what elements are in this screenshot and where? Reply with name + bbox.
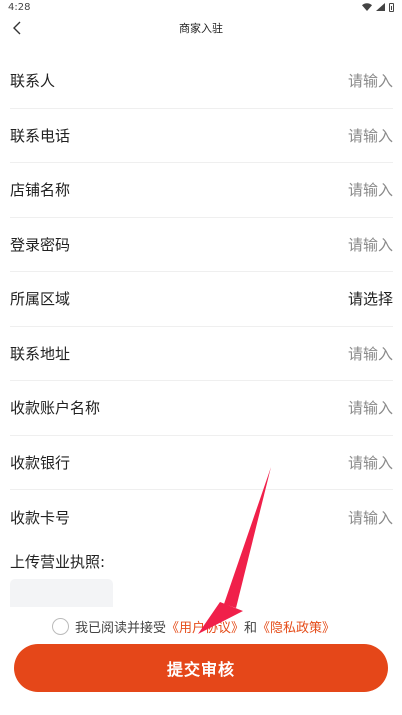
privacy-policy-link[interactable]: 《隐私政策》: [257, 617, 335, 636]
region-select[interactable]: 请选择: [348, 288, 393, 309]
form-row-shop-name[interactable]: 店铺名称 请输入: [10, 163, 393, 218]
agreement-checkbox[interactable]: [52, 617, 69, 635]
submit-review-button[interactable]: 提交审核: [14, 644, 388, 692]
bank-input[interactable]: 请输入: [348, 452, 393, 473]
upload-license-label: 上传营业执照:: [10, 553, 106, 571]
account-name-input[interactable]: 请输入: [348, 397, 393, 418]
row-label: 联系人: [10, 72, 56, 91]
agreement-line: 我已阅读并接受 《用户协议》 和 《隐私政策》: [52, 616, 335, 636]
page-title: 商家入驻: [179, 22, 223, 35]
merchant-form: 联系人 请输入 联系电话 请输入 店铺名称 请输入 登录密码 请输入 所属区域 …: [10, 54, 393, 545]
status-time: 4:28: [8, 1, 31, 13]
row-label: 收款卡号: [10, 508, 71, 527]
form-row-login-password[interactable]: 登录密码 请输入: [10, 218, 393, 272]
wifi-icon: [362, 3, 372, 11]
back-icon[interactable]: [6, 16, 28, 40]
row-label: 联系地址: [10, 344, 71, 363]
contact-address-input[interactable]: 请输入: [348, 343, 393, 364]
form-row-contact-phone[interactable]: 联系电话 请输入: [10, 109, 393, 163]
form-row-bank[interactable]: 收款银行 请输入: [10, 436, 393, 490]
row-label: 登录密码: [10, 235, 71, 254]
row-label: 联系电话: [10, 126, 71, 145]
nav-bar: 商家入驻: [0, 14, 402, 42]
form-row-contact-name[interactable]: 联系人 请输入: [10, 54, 393, 109]
row-label: 店铺名称: [10, 181, 71, 200]
user-agreement-link[interactable]: 《用户协议》: [166, 617, 244, 636]
agreement-prefix: 我已阅读并接受: [75, 620, 167, 636]
status-icons: [362, 2, 394, 12]
row-label: 收款账户名称: [10, 399, 101, 418]
row-label: 所属区域: [10, 290, 71, 309]
row-label: 收款银行: [10, 453, 71, 472]
contact-name-input[interactable]: 请输入: [348, 70, 393, 91]
form-row-region[interactable]: 所属区域 请选择: [10, 272, 393, 327]
status-bar: 4:28: [0, 0, 402, 14]
form-row-card-number[interactable]: 收款卡号 请输入: [10, 490, 393, 545]
upload-license-button[interactable]: [10, 579, 113, 607]
form-row-account-name[interactable]: 收款账户名称 请输入: [10, 381, 393, 436]
contact-phone-input[interactable]: 请输入: [348, 125, 393, 146]
shop-name-input[interactable]: 请输入: [348, 179, 393, 200]
login-password-input[interactable]: 请输入: [348, 234, 393, 255]
card-number-input[interactable]: 请输入: [348, 507, 393, 528]
battery-icon: [389, 2, 394, 12]
form-row-contact-address[interactable]: 联系地址 请输入: [10, 327, 393, 381]
agreement-and: 和: [244, 620, 258, 636]
signal-icon: [376, 3, 385, 11]
